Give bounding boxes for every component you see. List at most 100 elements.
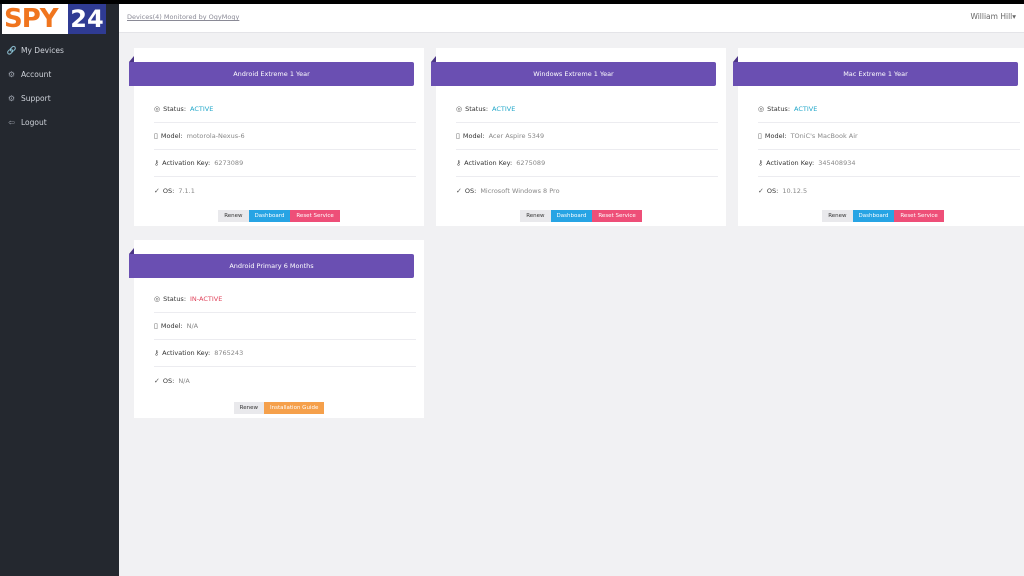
status-row: ◎ Status: ACTIVE bbox=[154, 96, 416, 123]
installation-guide-button[interactable]: Installation Guide bbox=[263, 402, 325, 414]
reset-service-button[interactable]: Reset Service bbox=[592, 210, 642, 222]
logo-spy-text: SPY bbox=[2, 4, 68, 34]
check-circle-icon: ◎ bbox=[154, 105, 161, 113]
check-circle-icon: ◎ bbox=[456, 105, 463, 113]
model-value: motorola-Nexus-6 bbox=[186, 132, 245, 140]
model-value: N/A bbox=[186, 322, 199, 330]
sidebar-nav: 🔗 My Devices ⚙ Account ⚙ Support ⇦ Logout bbox=[0, 38, 119, 134]
key-icon: ⚷ bbox=[456, 159, 462, 167]
model-label: Model: bbox=[462, 132, 485, 140]
status-value: ACTIVE bbox=[492, 105, 516, 113]
sidebar-item-support[interactable]: ⚙ Support bbox=[0, 86, 119, 110]
key-icon: ⚷ bbox=[154, 349, 160, 357]
status-row: ◎ Status: IN-ACTIVE bbox=[154, 286, 416, 313]
activation-value: 8765243 bbox=[214, 349, 244, 357]
status-label: Status: bbox=[163, 295, 187, 303]
sidebar-item-label: Logout bbox=[21, 117, 47, 127]
os-row: ✓ OS: N/A bbox=[154, 367, 416, 394]
renew-button[interactable]: Renew bbox=[822, 210, 853, 222]
sidebar: SPY 24 🔗 My Devices ⚙ Account ⚙ Support ⇦ Lo… bbox=[0, 4, 119, 576]
renew-button[interactable]: Renew bbox=[520, 210, 551, 222]
os-label: OS: bbox=[464, 186, 477, 195]
check-circle-icon: ◎ bbox=[758, 105, 765, 113]
check-circle-icon: ◎ bbox=[154, 295, 161, 303]
dashboard-button[interactable]: Dashboard bbox=[550, 210, 593, 222]
os-row: ✓ OS: 10.12.5 bbox=[758, 177, 1020, 204]
os-value: 7.1.1 bbox=[178, 186, 195, 195]
key-icon: ⚷ bbox=[154, 159, 160, 167]
top-bar: Devices(4) Monitored by OgyMogy William … bbox=[119, 4, 1024, 33]
activation-row: ⚷ Activation Key: 345408934 bbox=[758, 150, 1020, 177]
activation-label: Activation Key: bbox=[162, 159, 211, 167]
check-icon: ✓ bbox=[758, 186, 764, 195]
device-card: Windows Extreme 1 Year ◎ Status: ACTIVE ▯ M… bbox=[431, 48, 726, 226]
status-value: ACTIVE bbox=[190, 105, 214, 113]
check-icon: ✓ bbox=[154, 186, 160, 195]
status-label: Status: bbox=[163, 105, 187, 113]
phone-icon: ▯ bbox=[154, 322, 158, 330]
sidebar-item-logout[interactable]: ⇦ Logout bbox=[0, 110, 119, 134]
model-value: Acer Aspire 5349 bbox=[488, 132, 545, 140]
renew-button[interactable]: Renew bbox=[233, 402, 264, 414]
model-value: TOniC's MacBook Air bbox=[790, 132, 858, 140]
status-label: Status: bbox=[465, 105, 489, 113]
dashboard-button[interactable]: Dashboard bbox=[852, 210, 895, 222]
os-label: OS: bbox=[162, 376, 175, 385]
breadcrumb[interactable]: Devices(4) Monitored by OgyMogy bbox=[127, 13, 239, 21]
logout-icon: ⇦ bbox=[8, 117, 15, 127]
sidebar-item-label: My Devices bbox=[21, 45, 64, 55]
status-row: ◎ Status: ACTIVE bbox=[456, 96, 718, 123]
sidebar-item-label: Support bbox=[21, 93, 51, 103]
renew-button[interactable]: Renew bbox=[218, 210, 249, 222]
device-card: Android Extreme 1 Year ◎ Status: ACTIVE ▯ M… bbox=[129, 48, 424, 226]
activation-label: Activation Key: bbox=[464, 159, 513, 167]
activation-row: ⚷ Activation Key: 8765243 bbox=[154, 340, 416, 367]
activation-value: 6273089 bbox=[214, 159, 244, 167]
spy24-logo[interactable]: SPY 24 bbox=[2, 4, 106, 34]
activation-row: ⚷ Activation Key: 6273089 bbox=[154, 150, 416, 177]
status-value: ACTIVE bbox=[794, 105, 818, 113]
phone-icon: ▯ bbox=[456, 132, 460, 140]
os-value: N/A bbox=[178, 376, 190, 385]
device-card: Android Primary 6 Months ◎ Status: IN-ACTI… bbox=[129, 240, 424, 418]
os-label: OS: bbox=[162, 186, 175, 195]
status-row: ◎ Status: ACTIVE bbox=[758, 96, 1020, 123]
device-card: Mac Extreme 1 Year ◎ Status: ACTIVE ▯ Model… bbox=[733, 48, 1024, 226]
model-row: ▯ Model: Acer Aspire 5349 bbox=[456, 123, 718, 150]
check-icon: ✓ bbox=[456, 186, 462, 195]
os-label: OS: bbox=[766, 186, 779, 195]
model-row: ▯ Model: motorola-Nexus-6 bbox=[154, 123, 416, 150]
model-label: Model: bbox=[160, 132, 183, 140]
user-menu[interactable]: William Hill▾ bbox=[970, 12, 1016, 21]
app-frame: SPY 24 🔗 My Devices ⚙ Account ⚙ Support ⇦ Lo… bbox=[0, 4, 1024, 576]
card-title: Mac Extreme 1 Year bbox=[733, 56, 1018, 86]
dashboard-button[interactable]: Dashboard bbox=[248, 210, 291, 222]
card-actions: Renew Dashboard Reset Service bbox=[738, 210, 1024, 222]
status-value: IN-ACTIVE bbox=[190, 295, 223, 303]
gear-icon: ⚙ bbox=[7, 69, 16, 79]
activation-label: Activation Key: bbox=[766, 159, 815, 167]
check-icon: ✓ bbox=[154, 376, 160, 385]
reset-service-button[interactable]: Reset Service bbox=[894, 210, 944, 222]
os-value: Microsoft Windows 8 Pro bbox=[480, 186, 560, 195]
logo-number: 24 bbox=[68, 4, 106, 34]
os-row: ✓ OS: 7.1.1 bbox=[154, 177, 416, 204]
activation-label: Activation Key: bbox=[162, 349, 211, 357]
card-title: Android Primary 6 Months bbox=[129, 248, 414, 278]
phone-icon: ▯ bbox=[758, 132, 762, 140]
sidebar-item-account[interactable]: ⚙ Account bbox=[0, 62, 119, 86]
sidebar-item-label: Account bbox=[21, 69, 52, 79]
card-actions: Renew Dashboard Reset Service bbox=[134, 210, 424, 222]
os-value: 10.12.5 bbox=[782, 186, 808, 195]
phone-icon: ▯ bbox=[154, 132, 158, 140]
model-label: Model: bbox=[160, 322, 183, 330]
os-row: ✓ OS: Microsoft Windows 8 Pro bbox=[456, 177, 718, 204]
activation-value: 6275089 bbox=[516, 159, 546, 167]
activation-value: 345408934 bbox=[818, 159, 856, 167]
reset-service-button[interactable]: Reset Service bbox=[290, 210, 340, 222]
link-icon: 🔗 bbox=[6, 45, 17, 55]
model-label: Model: bbox=[764, 132, 787, 140]
model-row: ▯ Model: TOniC's MacBook Air bbox=[758, 123, 1020, 150]
key-icon: ⚷ bbox=[758, 159, 764, 167]
sidebar-item-my-devices[interactable]: 🔗 My Devices bbox=[0, 38, 119, 62]
